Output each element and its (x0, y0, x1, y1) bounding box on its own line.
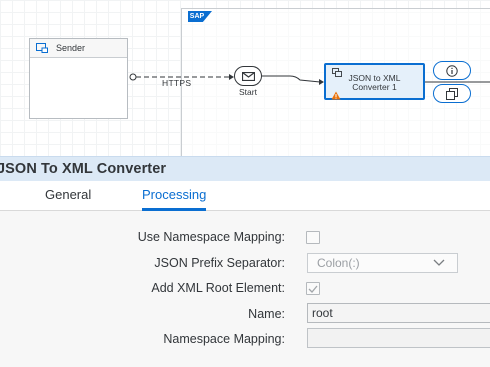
info-icon (446, 64, 458, 77)
copy-icon (446, 87, 458, 100)
name-row: Name: root (0, 302, 490, 326)
use-namespace-mapping-label: Use Namespace Mapping: (137, 230, 285, 244)
panel-title: JSON To XML Converter (0, 161, 167, 177)
json-prefix-separator-value: Colon(:) (317, 256, 360, 270)
sender-header: Sender (30, 39, 127, 58)
copy-button[interactable] (433, 84, 471, 103)
info-button[interactable] (433, 61, 471, 80)
start-event[interactable] (234, 66, 262, 86)
namespace-mapping-input[interactable] (307, 328, 490, 348)
sender-label: Sender (56, 43, 86, 53)
use-namespace-mapping-row: Use Namespace Mapping: (0, 225, 490, 249)
step-title: JSON to XML Converter 1 (326, 74, 423, 91)
connection-label: HTTPS (162, 78, 192, 88)
message-flow-source-dot (129, 73, 137, 81)
namespace-mapping-row: Namespace Mapping: (0, 327, 490, 351)
properties-panel-header: JSON To XML Converter (0, 156, 490, 181)
step-title-line-2: Converter 1 (352, 81, 397, 92)
tab-general[interactable]: General (45, 181, 91, 211)
integration-flow-canvas[interactable]: SAP Sender HTTPS Start JSON to XML Conve… (0, 0, 490, 156)
name-input[interactable]: root (307, 303, 490, 323)
warning-icon (331, 91, 341, 100)
add-xml-root-element-row: Add XML Root Element: (0, 276, 490, 300)
use-namespace-mapping-checkbox[interactable] (306, 231, 320, 244)
properties-tab-bar: General Processing (0, 181, 490, 211)
processing-form: Use Namespace Mapping: JSON Prefix Separ… (0, 211, 490, 367)
tab-processing[interactable]: Processing (142, 181, 207, 211)
add-xml-root-element-checkbox[interactable] (306, 282, 320, 295)
checkmark-icon (308, 285, 318, 293)
name-label: Name: (248, 307, 285, 321)
mail-icon (241, 71, 255, 81)
sender-participant[interactable]: Sender (29, 38, 128, 119)
participant-icon (36, 43, 48, 53)
start-label: Start (239, 87, 257, 97)
namespace-mapping-label: Namespace Mapping: (163, 332, 285, 346)
json-prefix-separator-select[interactable]: Colon(:) (307, 253, 458, 273)
add-xml-root-element-label: Add XML Root Element: (151, 281, 285, 295)
json-to-xml-converter-step[interactable]: JSON to XML Converter 1 (324, 63, 425, 100)
json-prefix-separator-row: JSON Prefix Separator: Colon(:) (0, 251, 490, 275)
json-prefix-separator-label: JSON Prefix Separator: (154, 256, 285, 270)
chevron-down-icon (433, 259, 445, 266)
